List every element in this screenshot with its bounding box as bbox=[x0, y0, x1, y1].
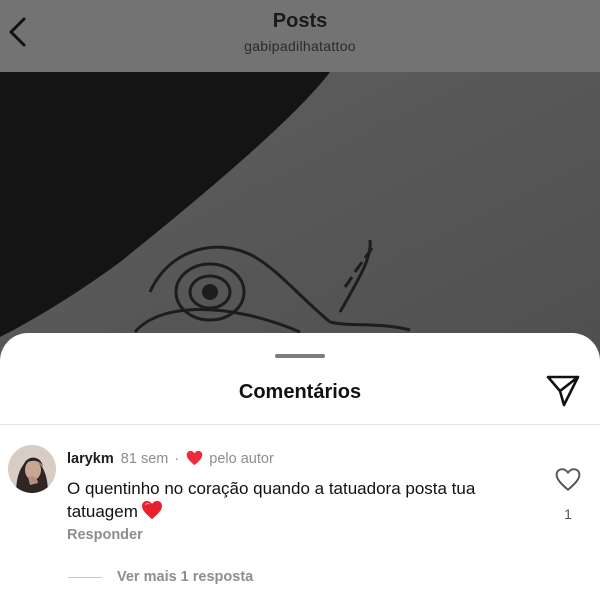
view-more-replies-button[interactable]: Ver mais 1 resposta bbox=[117, 569, 253, 585]
liked-by-author-label: pelo autor bbox=[209, 451, 274, 467]
comment-meta: larykm 81 sem · pelo autor bbox=[67, 450, 274, 471]
meta-separator: · bbox=[174, 451, 180, 467]
comments-title: Comentários bbox=[238, 381, 362, 403]
heart-outline-icon bbox=[555, 468, 581, 491]
comment-username[interactable]: larykm bbox=[67, 451, 114, 467]
author-liked-heart-icon bbox=[186, 450, 203, 471]
top-header: Posts gabipadilhatattoo bbox=[0, 0, 600, 72]
post-photo[interactable] bbox=[0, 72, 600, 372]
reply-button[interactable]: Responder bbox=[67, 527, 143, 543]
post-author-username[interactable]: gabipadilhatattoo bbox=[0, 38, 600, 54]
comments-sheet: Comentários larykm 81 sem · pelo autor O… bbox=[0, 333, 600, 600]
paper-plane-icon bbox=[546, 375, 580, 407]
replies-divider-line bbox=[68, 577, 102, 578]
drag-handle[interactable] bbox=[275, 354, 325, 358]
avatar[interactable] bbox=[8, 445, 56, 493]
comment-text: O quentinho no coração quando a tatuador… bbox=[67, 479, 476, 521]
comment-body: O quentinho no coração quando a tatuador… bbox=[67, 477, 537, 526]
comment-timestamp: 81 sem bbox=[120, 451, 169, 467]
user-photo-icon bbox=[8, 445, 56, 493]
like-count: 1 bbox=[564, 506, 572, 522]
page-title: Posts bbox=[272, 10, 328, 32]
sheet-divider bbox=[0, 424, 600, 425]
share-button[interactable] bbox=[544, 373, 582, 409]
red-heart-emoji-icon bbox=[141, 500, 163, 526]
like-button[interactable] bbox=[555, 467, 581, 493]
